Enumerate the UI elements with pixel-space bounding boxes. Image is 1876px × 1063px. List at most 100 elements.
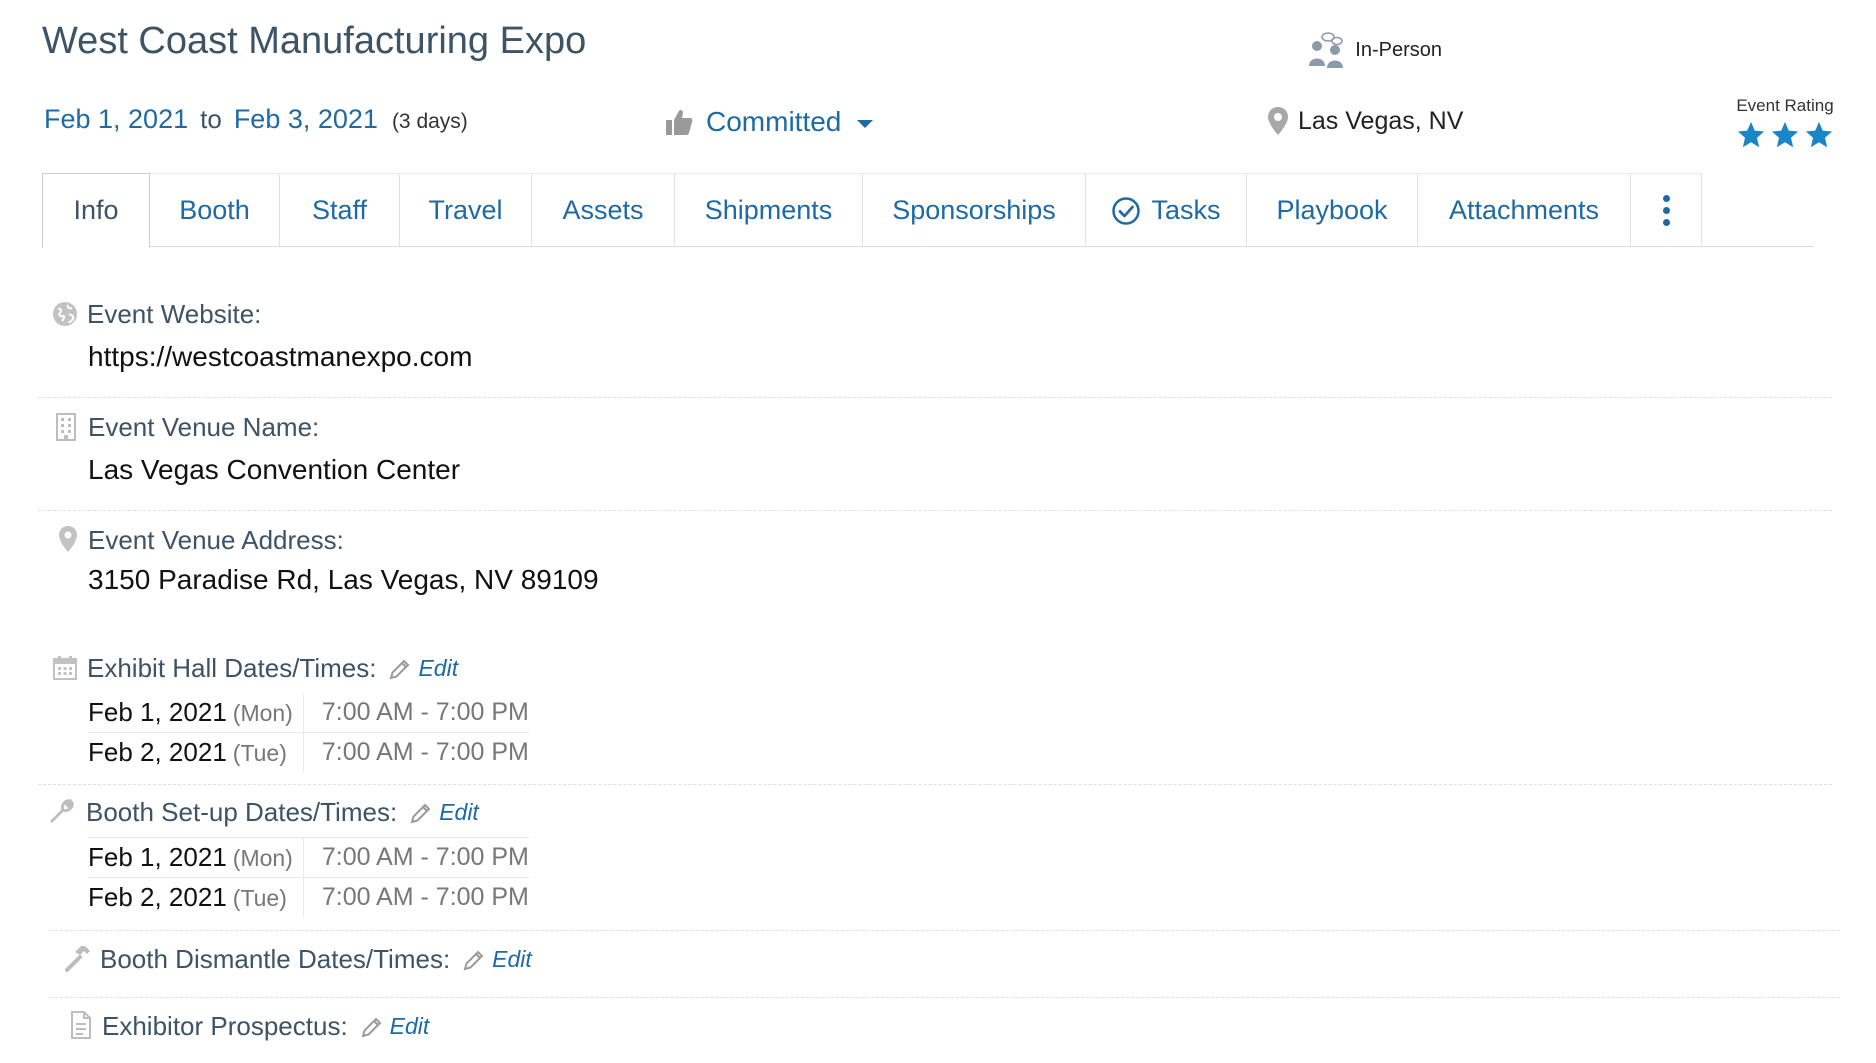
more-tabs-button[interactable] — [1631, 173, 1702, 247]
booth-setup-table: Feb 1, 2021 (Mon) 7:00 AM - 7:00 PM Feb 2… — [88, 837, 529, 917]
tab-label: Travel — [428, 195, 503, 225]
booth-dismantle-header: Booth Dismantle Dates/Times: Edit — [100, 944, 532, 975]
event-format: In-Person — [1307, 32, 1442, 68]
building-icon — [56, 413, 76, 441]
booth-setup-label: Booth Set-up Dates/Times: — [86, 797, 398, 827]
website-value[interactable]: https://westcoastmanexpo.com — [88, 341, 472, 373]
pencil-icon — [463, 950, 484, 970]
time-cell: 7:00 AM - 7:00 PM — [303, 693, 529, 733]
exhibit-hall-label: Exhibit Hall Dates/Times: — [87, 653, 377, 683]
chevron-down-icon — [857, 120, 874, 128]
venue-name-label: Event Venue Name: — [88, 412, 320, 442]
tab-info[interactable]: Info — [42, 173, 150, 248]
date-cell: Feb 2, 2021 — [88, 882, 227, 912]
exhibit-hall-header: Exhibit Hall Dates/Times: Edit — [87, 653, 458, 684]
star-icon[interactable] — [1804, 120, 1834, 150]
table-row: Feb 1, 2021 (Mon) 7:00 AM - 7:00 PM — [88, 693, 529, 733]
day-cell: (Mon) — [232, 845, 293, 871]
tab-shipments[interactable]: Shipments — [675, 173, 863, 247]
website-label: Event Website: — [87, 299, 262, 329]
divider — [50, 930, 1840, 931]
tab-assets[interactable]: Assets — [532, 173, 675, 247]
divider — [38, 784, 1832, 785]
booth-setup-header: Booth Set-up Dates/Times: Edit — [86, 797, 479, 828]
edit-prospectus-button[interactable]: Edit — [360, 1013, 430, 1040]
divider — [38, 397, 1832, 398]
globe-icon — [53, 302, 77, 326]
tab-bar: Info Booth Staff Travel Assets Shipments… — [42, 173, 1814, 248]
tab-booth[interactable]: Booth — [150, 173, 280, 247]
map-pin-icon — [1268, 107, 1288, 135]
tab-label: Playbook — [1276, 195, 1388, 225]
day-cell: (Tue) — [232, 740, 287, 766]
edit-label: Edit — [418, 655, 459, 681]
status-label: Committed — [706, 106, 842, 137]
kebab-menu-icon — [1662, 195, 1670, 226]
thumbs-up-icon — [666, 109, 693, 135]
star-icon[interactable] — [1770, 120, 1800, 150]
pencil-icon — [361, 1017, 382, 1037]
map-pin-icon — [59, 526, 77, 552]
calendar-icon — [53, 656, 77, 680]
prospectus-label: Exhibitor Prospectus: — [102, 1011, 348, 1041]
time-cell: 7:00 AM - 7:00 PM — [303, 837, 529, 878]
event-rating: Event Rating — [1730, 96, 1840, 150]
people-icon — [1309, 32, 1344, 68]
event-dates: Feb 1, 2021 to Feb 3, 2021 (3 days) — [44, 104, 468, 135]
edit-exhibit-hall-button[interactable]: Edit — [388, 655, 458, 682]
tab-attachments[interactable]: Attachments — [1418, 173, 1631, 247]
hammer-icon — [65, 946, 90, 972]
event-duration: (3 days) — [391, 110, 468, 133]
tab-sponsorships[interactable]: Sponsorships — [863, 173, 1086, 247]
date-cell: Feb 2, 2021 — [88, 737, 227, 767]
date-cell: Feb 1, 2021 — [88, 697, 227, 727]
time-cell: 7:00 AM - 7:00 PM — [321, 883, 529, 911]
location-label: Las Vegas, NV — [1298, 106, 1464, 135]
edit-label: Edit — [492, 946, 532, 972]
edit-booth-dismantle-button[interactable]: Edit — [462, 946, 532, 973]
wrench-icon — [50, 799, 74, 823]
rating-stars[interactable] — [1730, 120, 1840, 150]
tab-label: Sponsorships — [892, 195, 1056, 225]
exhibit-hall-table: Feb 1, 2021 (Mon) 7:00 AM - 7:00 PM Feb 2… — [88, 693, 529, 772]
end-date-link[interactable]: Feb 3, 2021 — [234, 104, 378, 135]
venue-address-value: 3150 Paradise Rd, Las Vegas, NV 89109 — [88, 564, 599, 595]
event-location: Las Vegas, NV — [1266, 106, 1463, 136]
time-cell: 7:00 AM - 7:00 PM — [321, 738, 529, 766]
tab-label: Attachments — [1448, 195, 1600, 225]
tab-label: Shipments — [704, 195, 833, 225]
pencil-icon — [410, 803, 431, 823]
edit-booth-setup-button[interactable]: Edit — [409, 799, 479, 826]
check-circle-icon — [1112, 196, 1141, 225]
prospectus-header: Exhibitor Prospectus: Edit — [102, 1011, 429, 1042]
table-row: Feb 2, 2021 (Tue) 7:00 AM - 7:00 PM — [88, 732, 529, 772]
venue-address-label: Event Venue Address: — [88, 525, 344, 555]
star-icon[interactable] — [1736, 120, 1766, 150]
status-dropdown[interactable]: Committed — [664, 106, 874, 138]
booth-dismantle-label: Booth Dismantle Dates/Times: — [100, 944, 451, 974]
table-row: Feb 2, 2021 (Tue) 7:00 AM - 7:00 PM — [88, 877, 529, 917]
tab-label: Tasks — [1151, 195, 1221, 225]
event-title: West Coast Manufacturing Expo — [42, 20, 587, 62]
venue-name-value: Las Vegas Convention Center — [88, 454, 461, 485]
tab-staff[interactable]: Staff — [280, 173, 400, 247]
tab-label: Staff — [311, 195, 368, 225]
tab-playbook[interactable]: Playbook — [1247, 173, 1418, 247]
pencil-icon — [390, 659, 410, 679]
edit-label: Edit — [389, 1013, 430, 1039]
divider — [38, 510, 1832, 511]
divider — [50, 997, 1840, 998]
date-separator: to — [200, 104, 222, 134]
start-date-link[interactable]: Feb 1, 2021 — [44, 104, 188, 135]
document-icon — [71, 1011, 91, 1039]
table-row: Feb 1, 2021 (Mon) 7:00 AM - 7:00 PM — [88, 837, 529, 878]
tab-tasks[interactable]: Tasks — [1086, 173, 1247, 247]
tab-label: Booth — [179, 195, 250, 225]
date-cell: Feb 1, 2021 — [88, 842, 227, 872]
tab-label: Info — [73, 195, 119, 225]
edit-label: Edit — [439, 799, 479, 825]
tab-travel[interactable]: Travel — [400, 173, 532, 247]
tab-label: Assets — [562, 195, 644, 225]
day-cell: (Mon) — [232, 700, 293, 726]
day-cell: (Tue) — [232, 885, 287, 911]
